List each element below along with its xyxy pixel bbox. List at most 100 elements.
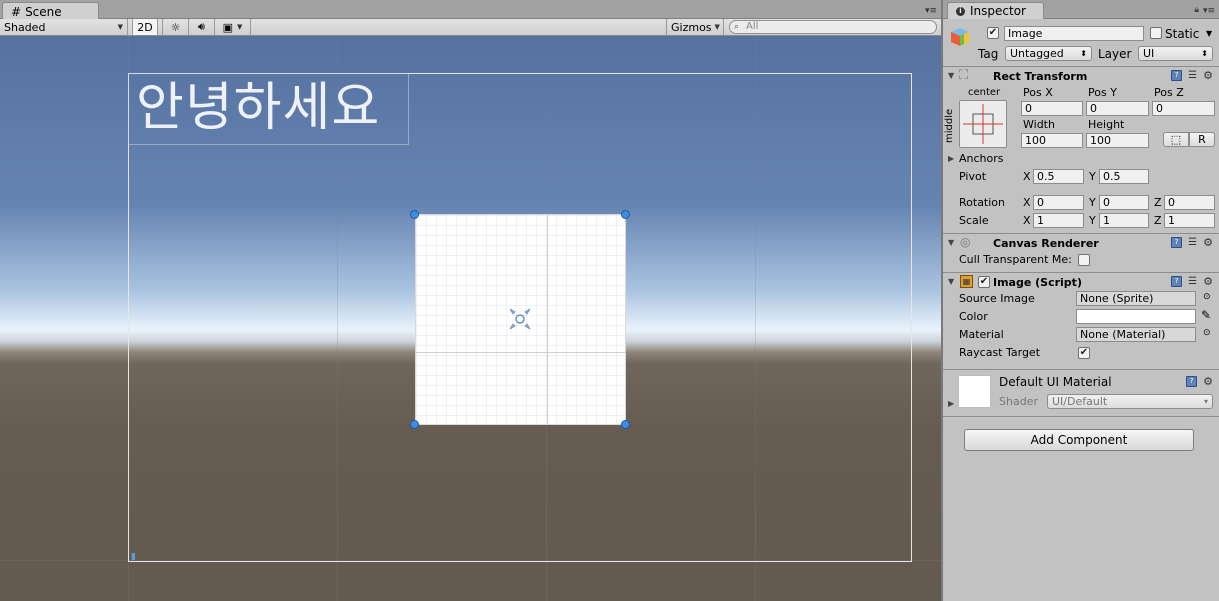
effects-dropdown[interactable]: ▣ ▼ — [215, 19, 251, 35]
chevron-down-icon: ▾ — [1203, 397, 1208, 406]
rotation-z-field[interactable]: 0 — [1164, 195, 1215, 210]
chevron-down-icon[interactable]: ▼ — [1206, 29, 1212, 38]
preset-icon[interactable]: ☰ — [1188, 237, 1197, 248]
fold-down-icon[interactable]: ▼ — [948, 71, 954, 80]
fold-down-icon[interactable]: ▼ — [948, 277, 954, 286]
resize-handle-bottom-right[interactable] — [621, 420, 630, 429]
scale-y-field[interactable]: 1 — [1099, 213, 1149, 228]
fold-right-icon[interactable]: ▶ — [948, 399, 954, 408]
scene-search-input[interactable]: ⌕ All — [729, 20, 937, 34]
width-field[interactable]: 100 — [1021, 133, 1083, 148]
unity-editor: # Scene ▾≡ Shaded ▼ 2D ☼ 🔊︎ ▣ ▼ Gizmos ▼… — [0, 0, 1219, 601]
material-header-icons: ? ⚙ — [1186, 375, 1213, 388]
speaker-icon: 🔊︎ — [198, 20, 205, 33]
layer-label: Layer — [1098, 47, 1132, 61]
image-enabled-checkbox[interactable]: ✔ — [978, 276, 990, 288]
gear-icon[interactable]: ⚙ — [1203, 236, 1213, 249]
pivot-y-axis-label: Y — [1089, 170, 1096, 183]
static-label: Static — [1165, 27, 1200, 41]
help-book-icon[interactable]: ? — [1171, 237, 1183, 248]
height-field[interactable]: 100 — [1086, 133, 1149, 148]
source-image-field[interactable]: None (Sprite) — [1076, 291, 1196, 306]
chevron-down-icon: ▼ — [117, 23, 123, 31]
scale-x-field[interactable]: 1 — [1033, 213, 1084, 228]
pivot-anchor-icon[interactable] — [507, 306, 533, 332]
help-book-icon[interactable]: ? — [1186, 376, 1198, 387]
help-book-icon[interactable]: ? — [1171, 70, 1183, 81]
separator — [943, 416, 1219, 417]
rotation-y-field[interactable]: 0 — [1099, 195, 1149, 210]
pivot-x-field[interactable]: 0.5 — [1033, 169, 1084, 184]
image-script-title: Image (Script) — [993, 276, 1082, 289]
eye-icon: ◎ — [960, 235, 971, 249]
lighting-toggle[interactable]: ☼ — [162, 19, 189, 35]
scene-viewport[interactable]: 안녕하세요 ▮ — [0, 36, 941, 601]
static-checkbox[interactable] — [1150, 27, 1162, 39]
scene-panel: # Scene ▾≡ Shaded ▼ 2D ☼ 🔊︎ ▣ ▼ Gizmos ▼… — [0, 0, 941, 601]
toggle-2d-button[interactable]: 2D — [132, 19, 158, 35]
material-field[interactable]: None (Material) — [1076, 327, 1196, 342]
material-preview-thumbnail[interactable] — [958, 375, 991, 408]
source-image-label: Source Image — [959, 292, 1035, 305]
help-book-icon[interactable]: ? — [1171, 276, 1183, 287]
fold-right-icon[interactable]: ▶ — [948, 154, 954, 163]
pos-y-field[interactable]: 0 — [1086, 101, 1149, 116]
tab-inspector[interactable]: i Inspector — [947, 2, 1044, 19]
raw-edit-button[interactable]: R — [1189, 132, 1215, 147]
tag-dropdown[interactable]: Untagged ⬍ — [1005, 46, 1092, 61]
rotation-z-axis-label: Z — [1154, 196, 1162, 209]
rect-transform-header[interactable]: ▼ ⛶ Rect Transform ? ☰ ⚙ — [943, 66, 1219, 84]
gameobject-cube-icon — [951, 28, 969, 46]
layer-dropdown[interactable]: UI ⬍ — [1138, 46, 1213, 61]
anchors-label[interactable]: Anchors — [959, 152, 1004, 165]
width-label: Width — [1023, 118, 1055, 131]
fold-down-icon[interactable]: ▼ — [948, 238, 954, 247]
tab-scene-label: Scene — [25, 4, 62, 19]
object-picker-icon[interactable]: ⊙ — [1203, 328, 1211, 338]
active-checkbox[interactable]: ✔ — [987, 27, 999, 39]
panel-menu-icon[interactable]: ▾≡ — [925, 6, 937, 16]
object-name-field[interactable]: Image — [1004, 26, 1144, 41]
height-label: Height — [1088, 118, 1125, 131]
panel-menu-icon[interactable]: ▾≡ — [1203, 6, 1215, 16]
add-component-button[interactable]: Add Component — [964, 429, 1194, 451]
anchor-h-label: center — [968, 87, 1001, 98]
anchor-presets-button[interactable] — [959, 100, 1007, 148]
scale-z-field[interactable]: 1 — [1164, 213, 1215, 228]
pivot-y-field[interactable]: 0.5 — [1099, 169, 1149, 184]
tab-scene[interactable]: # Scene — [2, 2, 99, 19]
resize-handle-top-right[interactable] — [621, 210, 630, 219]
resize-handle-bottom-left[interactable] — [410, 420, 419, 429]
gear-icon[interactable]: ⚙ — [1203, 275, 1213, 288]
scene-tabbar: # Scene ▾≡ — [0, 0, 941, 19]
rect-transform-title: Rect Transform — [993, 70, 1088, 83]
gizmos-dropdown[interactable]: Gizmos ▼ — [666, 19, 724, 35]
audio-toggle[interactable]: 🔊︎ — [189, 19, 215, 35]
cull-transparent-checkbox[interactable] — [1078, 254, 1090, 266]
shading-mode-dropdown[interactable]: Shaded ▼ — [0, 19, 128, 35]
lock-icon[interactable]: 🔒︎ — [1194, 5, 1199, 15]
tag-label: Tag — [978, 47, 999, 61]
raycast-target-checkbox[interactable]: ✔ — [1078, 347, 1090, 359]
blueprint-mode-button[interactable]: ⬚ — [1163, 132, 1189, 147]
eyedropper-icon[interactable]: ✎ — [1201, 308, 1211, 322]
resize-handle-top-left[interactable] — [410, 210, 419, 219]
material-title: Default UI Material — [999, 375, 1112, 389]
rotation-x-field[interactable]: 0 — [1033, 195, 1084, 210]
separator — [943, 369, 1219, 370]
canvas-renderer-header[interactable]: ▼ ◎ Canvas Renderer ? ☰ ⚙ — [943, 233, 1219, 251]
preset-icon[interactable]: ☰ — [1188, 70, 1197, 81]
anchor-v-label: middle — [944, 108, 955, 143]
color-swatch[interactable] — [1076, 309, 1196, 324]
gear-icon[interactable]: ⚙ — [1203, 69, 1213, 82]
pos-z-field[interactable]: 0 — [1152, 101, 1215, 116]
shader-dropdown[interactable]: UI/Default ▾ — [1047, 394, 1213, 409]
canvas-origin-icon: ▮ — [131, 552, 136, 562]
pos-x-field[interactable]: 0 — [1021, 101, 1083, 116]
object-picker-icon[interactable]: ⊙ — [1203, 292, 1211, 302]
preset-icon[interactable]: ☰ — [1188, 276, 1197, 287]
gear-icon[interactable]: ⚙ — [1203, 375, 1213, 388]
rotation-label: Rotation — [959, 196, 1006, 209]
canvas-text[interactable]: 안녕하세요 — [136, 76, 380, 140]
image-script-header[interactable]: ▼ ▦ ✔ Image (Script) ? ☰ ⚙ — [943, 272, 1219, 290]
